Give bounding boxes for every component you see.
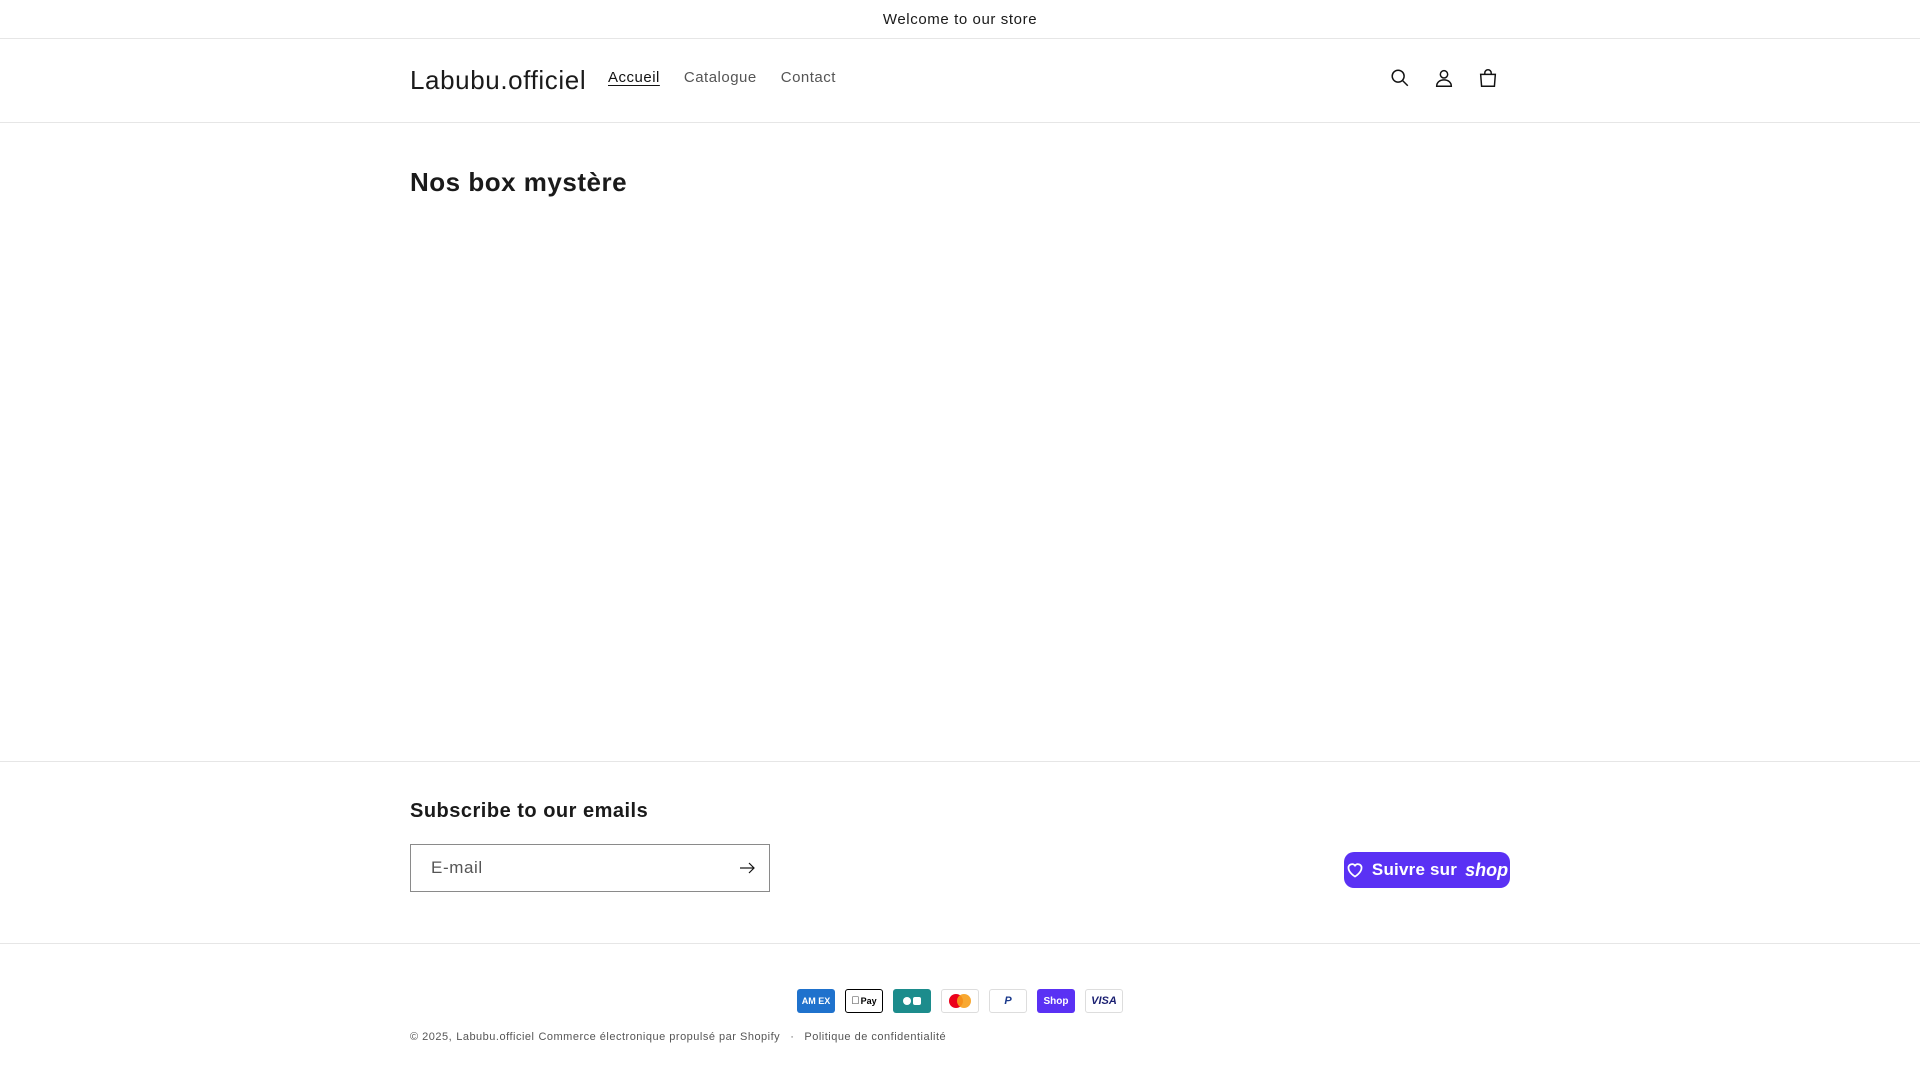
header-icons: [1386, 64, 1502, 92]
newsletter-section: Subscribe to our emails Suivre sur shop: [0, 761, 1920, 944]
amex-icon: AM EX: [797, 989, 835, 1013]
copyright-text: © 2025,: [410, 1031, 453, 1043]
store-logo[interactable]: Labubu.officiel: [410, 65, 586, 96]
payment-icons: AM EX Pay P Shop VISA: [797, 989, 1123, 1013]
paypal-icon: P: [989, 989, 1027, 1013]
main-nav: Accueil Catalogue Contact: [596, 69, 848, 86]
powered-by-link[interactable]: Commerce électronique propulsé par Shopi…: [538, 1031, 780, 1043]
nav-item-catalogue[interactable]: Catalogue: [672, 69, 769, 86]
store-link[interactable]: Labubu.officiel: [456, 1031, 534, 1043]
cartes-bancaires-icon: [893, 989, 931, 1013]
visa-icon: VISA: [1085, 989, 1123, 1013]
announcement-text: Welcome to our store: [882, 10, 1038, 28]
shop-brand: shop: [1465, 859, 1509, 880]
nav-item-accueil[interactable]: Accueil: [596, 69, 672, 86]
privacy-policy-link[interactable]: Politique de confidentialité: [804, 1031, 946, 1043]
shop-pay-icon: Shop: [1037, 989, 1075, 1013]
separator: ·: [790, 1031, 795, 1043]
email-form: [410, 844, 770, 892]
nav-item-contact[interactable]: Contact: [769, 69, 848, 86]
follow-on-shop-button[interactable]: Suivre sur shop: [1344, 852, 1510, 888]
newsletter-heading: Subscribe to our emails: [410, 800, 649, 822]
site-header: Labubu.officiel Accueil Catalogue Contac…: [0, 39, 1920, 123]
email-input[interactable]: [411, 845, 725, 891]
mastercard-icon: [941, 989, 979, 1013]
announcement-bar: Welcome to our store: [0, 0, 1920, 39]
page-title: Nos box mystère: [410, 167, 628, 197]
arrow-right-icon[interactable]: [725, 845, 769, 891]
heart-icon: [1347, 863, 1363, 878]
account-icon[interactable]: [1430, 64, 1458, 92]
follow-label: Suivre sur: [1371, 860, 1458, 879]
cart-icon[interactable]: [1474, 64, 1502, 92]
footer-copyright: © 2025, Labubu.officiel Commerce électro…: [410, 1031, 946, 1043]
search-icon[interactable]: [1386, 64, 1414, 92]
apple-pay-icon: Pay: [845, 989, 883, 1013]
